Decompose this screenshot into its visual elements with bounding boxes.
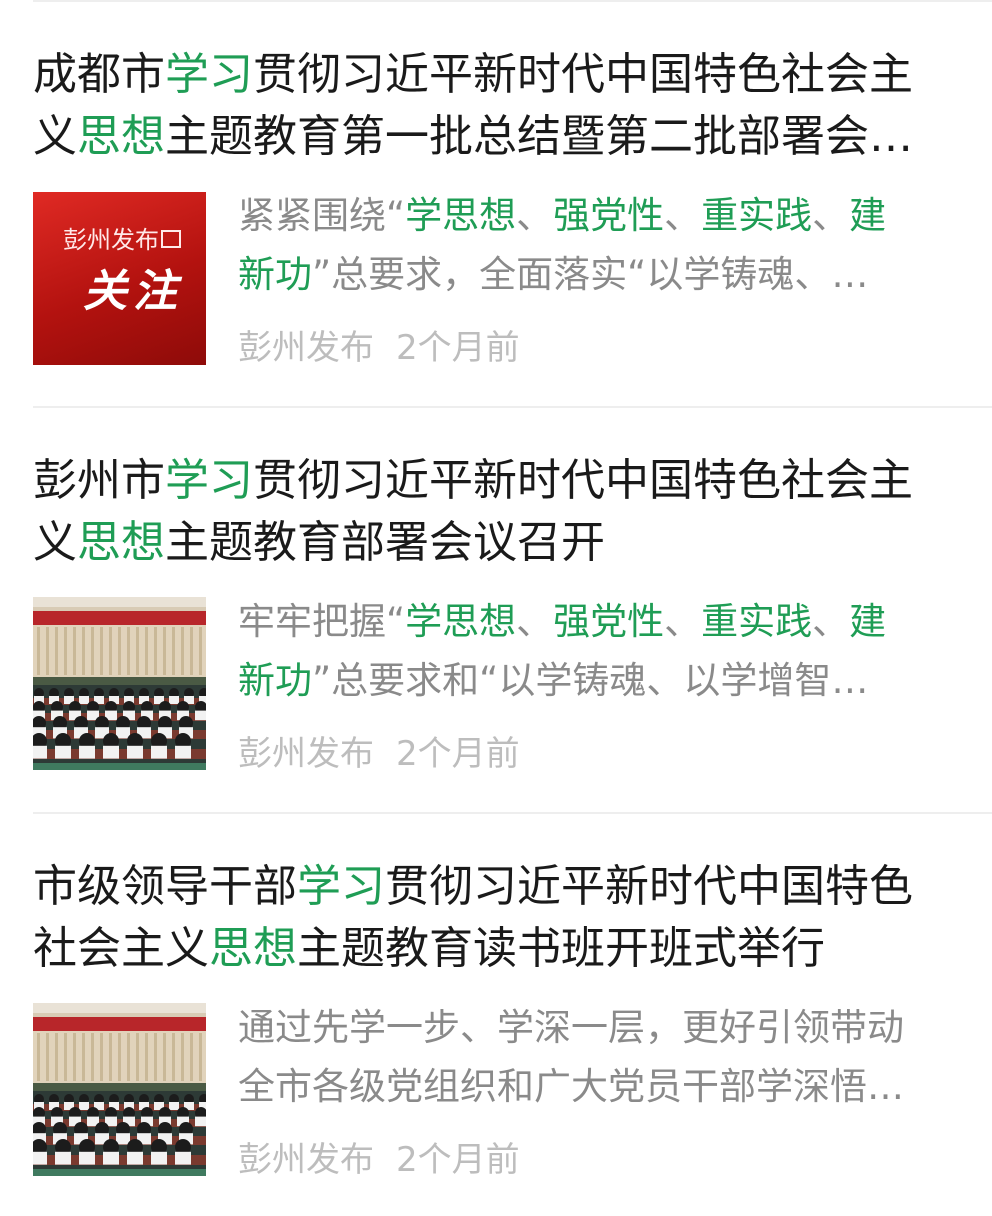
- title-line: 义思想主题教育部署会议召开: [33, 512, 963, 574]
- article-meta: 彭州发布 2个月前: [238, 1140, 520, 1180]
- summary-line: 牢牢把握“学思想、强党性、重实践、建: [238, 592, 968, 651]
- text-segment: 贯彻习近平新时代中国特色: [385, 861, 913, 912]
- keyword-highlight: 新功: [238, 253, 312, 296]
- article-summary: 紧紧围绕“学思想、强党性、重实践、建 新功”总要求，全面落实“以学铸魂、…: [238, 186, 968, 304]
- publish-time: 2个月前: [396, 328, 520, 368]
- keyword-highlight: 学习: [297, 861, 385, 912]
- text-segment: 、: [664, 600, 702, 643]
- article-summary: 通过先学一步、学深一层，更好引领带动 全市各级党组织和广大党员干部学深悟…: [238, 998, 968, 1116]
- text-segment: 、: [516, 600, 554, 643]
- text-segment: 、: [664, 194, 702, 237]
- text-segment: 、: [812, 600, 850, 643]
- text-segment: ”总要求，全面落实“以学铸魂、…: [312, 253, 869, 296]
- article-title[interactable]: 成都市学习贯彻习近平新时代中国特色社会主 义思想主题教育第一批总结暨第二批部署会…: [33, 44, 963, 168]
- source-name[interactable]: 彭州发布: [238, 1140, 374, 1180]
- keyword-highlight: 学思想: [405, 194, 517, 237]
- brand-logo-icon: [161, 230, 181, 248]
- title-line: 市级领导干部学习贯彻习近平新时代中国特色: [33, 856, 963, 918]
- text-segment: 全市各级党组织和广大党员干部学深悟…: [238, 1065, 904, 1108]
- thumbnail-photo[interactable]: [33, 597, 206, 770]
- text-segment: 义: [33, 517, 77, 568]
- summary-line: 新功”总要求和“以学铸魂、以学增智…: [238, 651, 968, 710]
- article-item[interactable]: 市级领导干部学习贯彻习近平新时代中国特色 社会主义思想主题教育读书班开班式举行 通过…: [0, 812, 992, 1216]
- text-segment: 、: [812, 194, 850, 237]
- keyword-highlight: 建: [849, 600, 887, 643]
- text-segment: 市级领导干部: [33, 861, 297, 912]
- summary-line: 紧紧围绕“学思想、强党性、重实践、建: [238, 186, 968, 245]
- text-segment: 贯彻习近平新时代中国特色社会主: [253, 455, 913, 506]
- source-name[interactable]: 彭州发布: [238, 328, 374, 368]
- article-item[interactable]: 成都市学习贯彻习近平新时代中国特色社会主 义思想主题教育第一批总结暨第二批部署会……: [0, 0, 992, 404]
- source-name[interactable]: 彭州发布: [238, 734, 374, 774]
- summary-line: 新功”总要求，全面落实“以学铸魂、…: [238, 245, 968, 304]
- keyword-highlight: 建: [849, 194, 887, 237]
- text-segment: ”总要求和“以学铸魂、以学增智…: [312, 659, 869, 702]
- keyword-highlight: 思想: [209, 923, 297, 974]
- keyword-highlight: 强党性: [553, 600, 665, 643]
- text-segment: 彭州市: [33, 455, 165, 506]
- text-segment: 牢牢把握“: [238, 600, 406, 643]
- banner-brand-text: 彭州发布: [63, 226, 159, 254]
- keyword-highlight: 学习: [165, 455, 253, 506]
- text-segment: 社会主义: [33, 923, 209, 974]
- article-title[interactable]: 市级领导干部学习贯彻习近平新时代中国特色 社会主义思想主题教育读书班开班式举行: [33, 856, 963, 980]
- text-segment: 主题教育部署会议召开: [165, 517, 605, 568]
- title-line: 成都市学习贯彻习近平新时代中国特色社会主: [33, 44, 963, 106]
- publish-time: 2个月前: [396, 1140, 520, 1180]
- summary-line: 通过先学一步、学深一层，更好引领带动: [238, 998, 968, 1057]
- text-segment: 贯彻习近平新时代中国特色社会主: [253, 49, 913, 100]
- keyword-highlight: 思想: [77, 111, 165, 162]
- text-segment: 通过先学一步、学深一层，更好引领带动: [238, 1006, 904, 1049]
- text-segment: 、: [516, 194, 554, 237]
- banner-headline: 关注: [83, 266, 183, 317]
- article-item[interactable]: 彭州市学习贯彻习近平新时代中国特色社会主 义思想主题教育部署会议召开 牢牢把握“学思…: [0, 406, 992, 810]
- keyword-highlight: 新功: [238, 659, 312, 702]
- keyword-highlight: 重实践: [701, 600, 813, 643]
- text-segment: 成都市: [33, 49, 165, 100]
- thumbnail-banner[interactable]: 彭州发布关注: [33, 192, 206, 365]
- article-meta: 彭州发布 2个月前: [238, 734, 520, 774]
- title-line: 社会主义思想主题教育读书班开班式举行: [33, 918, 963, 980]
- article-summary: 牢牢把握“学思想、强党性、重实践、建 新功”总要求和“以学铸魂、以学增智…: [238, 592, 968, 710]
- keyword-highlight: 学思想: [405, 600, 517, 643]
- text-segment: 义: [33, 111, 77, 162]
- thumbnail-photo[interactable]: [33, 1003, 206, 1176]
- keyword-highlight: 思想: [77, 517, 165, 568]
- keyword-highlight: 强党性: [553, 194, 665, 237]
- title-line: 义思想主题教育第一批总结暨第二批部署会…: [33, 106, 963, 168]
- article-title[interactable]: 彭州市学习贯彻习近平新时代中国特色社会主 义思想主题教育部署会议召开: [33, 450, 963, 574]
- keyword-highlight: 重实践: [701, 194, 813, 237]
- text-segment: 主题教育读书班开班式举行: [297, 923, 825, 974]
- summary-line: 全市各级党组织和广大党员干部学深悟…: [238, 1057, 968, 1116]
- article-meta: 彭州发布 2个月前: [238, 328, 520, 368]
- keyword-highlight: 学习: [165, 49, 253, 100]
- text-segment: 紧紧围绕“: [238, 194, 406, 237]
- text-segment: 主题教育第一批总结暨第二批部署会…: [165, 111, 913, 162]
- title-line: 彭州市学习贯彻习近平新时代中国特色社会主: [33, 450, 963, 512]
- publish-time: 2个月前: [396, 734, 520, 774]
